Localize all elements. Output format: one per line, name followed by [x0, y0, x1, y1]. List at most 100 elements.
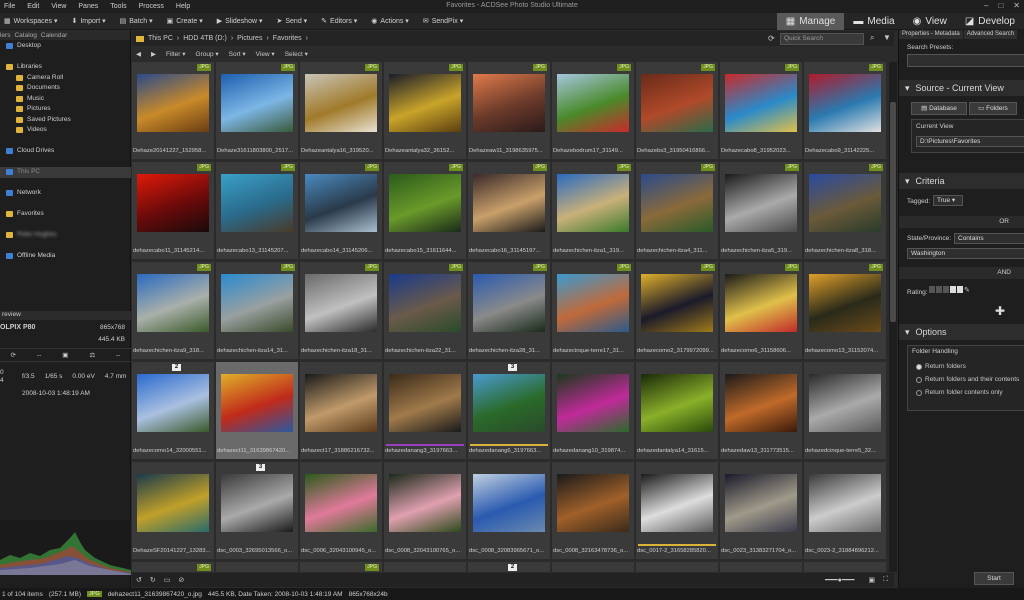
thumbnail-image[interactable] — [221, 74, 293, 132]
and-operator[interactable]: AND — [899, 267, 1024, 279]
thumbnail-cell[interactable]: JPG — [132, 562, 214, 572]
maximize-icon[interactable]: □ — [998, 1, 1003, 10]
thumbnail-cell[interactable]: JPG dehazechichen-itza14_31... — [216, 262, 298, 359]
thumbnail-image[interactable] — [389, 474, 461, 532]
compare-icon[interactable]: ▭ — [164, 576, 171, 584]
thumbnail-cell[interactable] — [552, 562, 634, 572]
thumbnail-cell[interactable]: JPG Dehazebs3_31950416866... — [636, 62, 718, 159]
thumbnail-cell[interactable]: JPG Dehazeantalya32_36152... — [384, 62, 466, 159]
thumbnail-cell[interactable]: JPG dehazecabo13_31145207... — [216, 162, 298, 259]
menu-file[interactable]: File — [4, 3, 15, 10]
thumbnail-image[interactable] — [641, 474, 713, 532]
rotate-left-icon[interactable]: ↺ — [136, 576, 142, 584]
menu-tools[interactable]: Tools — [110, 3, 126, 10]
thumbnail-image[interactable] — [641, 374, 713, 432]
toolbar-create[interactable]: ▣ Create ▾ — [167, 17, 203, 25]
thumbnail-cell[interactable]: dsc_0008_32083965671_o... — [468, 462, 550, 559]
thumbnail-image[interactable] — [221, 374, 293, 432]
pencil-icon[interactable]: ✎ — [964, 286, 970, 294]
filter-menu[interactable]: Filter ▾ — [166, 50, 186, 58]
rating-box[interactable] — [950, 286, 956, 293]
criteria-section-header[interactable]: ▾ Criteria — [899, 173, 1024, 189]
thumbnail-image[interactable] — [557, 174, 629, 232]
state-operator-dropdown[interactable]: Contains — [954, 233, 1024, 244]
radio-dot[interactable] — [916, 363, 922, 370]
thumbnail-image[interactable] — [557, 274, 629, 332]
thumbnail-image[interactable] — [725, 474, 797, 532]
thumbnail-image[interactable] — [137, 374, 209, 432]
thumbnail-cell[interactable]: JPG dehazecinque-terre17_31... — [552, 262, 634, 359]
breadcrumb-pictures[interactable]: Pictures — [237, 35, 262, 42]
thumbnail-image[interactable] — [221, 474, 293, 532]
toolbar-batch[interactable]: ▤ Batch ▾ — [120, 17, 153, 25]
thumbnail-cell[interactable]: dehazedantalya14_31615... — [636, 362, 718, 459]
tab-advanced-search[interactable]: Advanced Search — [963, 30, 1018, 39]
tab-folders[interactable]: lers — [0, 32, 10, 39]
tagged-dropdown[interactable]: True ▾ — [933, 195, 963, 206]
thumbnail-cell[interactable]: JPG Dehazecabo8_31952023... — [720, 62, 802, 159]
rating-selector[interactable]: ✎ — [929, 286, 970, 294]
thumbnail-image[interactable] — [305, 474, 377, 532]
thumbnail-cell[interactable] — [720, 562, 802, 572]
thumbnail-image[interactable] — [305, 174, 377, 232]
or-operator[interactable]: OR — [899, 216, 1024, 228]
thumbnail-image[interactable] — [305, 74, 377, 132]
sort-menu[interactable]: Sort ▾ — [229, 50, 246, 58]
thumbnail-image[interactable] — [473, 74, 545, 132]
thumbnail-cell[interactable]: dsc_0017-2_31658285820... — [636, 462, 718, 559]
rotate-right-icon[interactable]: ↻ — [150, 576, 156, 584]
options-section-header[interactable]: ▾ Options — [899, 324, 1024, 340]
thumbnail-image[interactable] — [137, 74, 209, 132]
group-menu[interactable]: Group ▾ — [196, 50, 219, 58]
thumbnail-image[interactable] — [137, 474, 209, 532]
fullscreen-icon[interactable]: ⛶ — [883, 576, 888, 584]
forward-icon[interactable]: ▶ — [151, 50, 156, 58]
tree-item[interactable]: Documents — [0, 83, 131, 94]
radio-dot[interactable] — [916, 389, 922, 396]
folder-handling-radio[interactable]: Return folder contents only — [916, 386, 1019, 399]
funnel-icon[interactable]: ▼ — [883, 33, 891, 42]
toolbar-actions[interactable]: ◉ Actions ▾ — [371, 17, 409, 25]
tree-item[interactable]: Peter Hughes — [0, 230, 131, 241]
tree-item[interactable]: Music — [0, 94, 131, 105]
thumbnail-cell[interactable]: JPG dehazecomo2_3179972099... — [636, 262, 718, 359]
add-criteria-icon[interactable]: ✚ — [995, 304, 1005, 318]
tree-item[interactable]: Network — [0, 188, 131, 199]
thumbnail-cell[interactable]: JPG dehazechichen-itza4_311... — [636, 162, 718, 259]
thumbnail-size-icon[interactable]: ▣ — [868, 576, 875, 584]
thumbnail-image[interactable] — [137, 274, 209, 332]
toolbar-workspaces[interactable]: ▦ Workspaces ▾ — [4, 17, 57, 25]
thumbnail-cell[interactable]: JPG dehazecabo15_31611644... — [384, 162, 466, 259]
thumbnail-cell[interactable]: dsc_0023_31383271704_o... — [720, 462, 802, 559]
tree-item[interactable]: Cloud Drives — [0, 146, 131, 157]
search-presets-dropdown[interactable] — [907, 54, 1024, 67]
delete-icon[interactable]: ⊘ — [178, 576, 184, 584]
thumbnail-cell[interactable]: JPG Dehazebodrum17_31149... — [552, 62, 634, 159]
tree-item[interactable]: Offline Media — [0, 251, 131, 262]
thumbnail-cell[interactable] — [804, 562, 886, 572]
thumbnail-image[interactable] — [305, 374, 377, 432]
menu-view[interactable]: View — [51, 3, 66, 10]
thumbnail-image[interactable] — [137, 174, 209, 232]
tree-item[interactable]: Saved Pictures — [0, 115, 131, 126]
thumbnail-cell[interactable]: JPG Dehazeaw11_3198635975... — [468, 62, 550, 159]
thumbnail-image[interactable] — [725, 374, 797, 432]
thumbnail-cell[interactable]: JPG dehazechichen-itza5_319... — [720, 162, 802, 259]
tab-calendar[interactable]: Calendar — [41, 32, 67, 39]
thumbnail-image[interactable] — [725, 74, 797, 132]
thumbnail-image[interactable] — [389, 274, 461, 332]
mode-view[interactable]: ◉ View — [904, 13, 956, 30]
quick-search-input[interactable]: Quick Search — [780, 33, 864, 45]
folder-handling-radio[interactable]: Return folders — [916, 360, 1019, 373]
thumbnail-image[interactable] — [221, 174, 293, 232]
breadcrumb-hdd[interactable]: HDD 4TB (D:) — [183, 35, 227, 42]
thumbnail-cell[interactable]: JPG dehazechichen-itza28_31... — [468, 262, 550, 359]
rating-box[interactable] — [929, 286, 935, 293]
thumbnail-cell[interactable]: JPG — [300, 562, 382, 572]
state-value-input[interactable]: Washington — [907, 248, 1024, 259]
folder-handling-radio[interactable]: Return folders and their contents — [916, 373, 1019, 386]
thumbnail-image[interactable] — [641, 174, 713, 232]
thumbnail-cell[interactable]: JPG Dehazeantalya16_319520... — [300, 62, 382, 159]
current-view-input[interactable]: D:\Pictures\Favorites — [916, 136, 1024, 147]
search-icon[interactable]: ⌕ — [870, 33, 874, 43]
